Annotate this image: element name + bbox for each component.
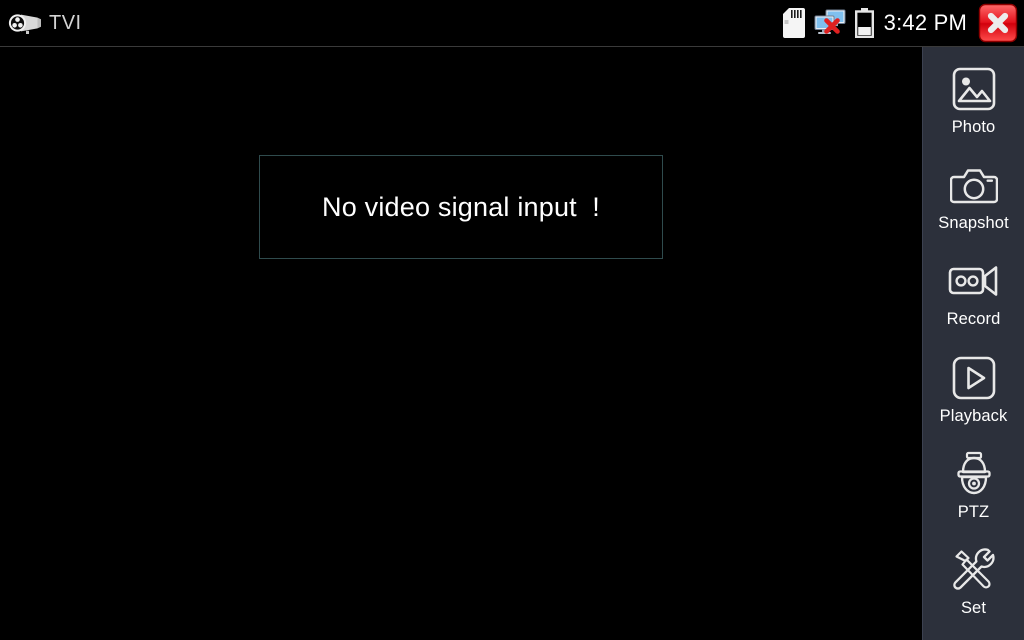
sidebar-item-set[interactable]: Set <box>923 544 1024 640</box>
snapshot-camera-icon <box>949 159 998 211</box>
playback-play-icon <box>951 352 997 404</box>
sidebar-label-photo: Photo <box>951 118 996 136</box>
no-signal-box: No video signal input ! <box>259 155 663 259</box>
tvi-tester-app: TVI 3:42 PM No video signal input ! Phot… <box>0 0 1024 640</box>
sidebar-label-playback: Playback <box>939 406 1008 425</box>
sidebar-item-snapshot[interactable]: Snapshot <box>923 159 1024 255</box>
app-title: TVI <box>49 12 82 34</box>
cctv-bullet-camera-icon <box>8 11 42 35</box>
sidebar-toolbar: Photo Snapshot Record Playback PTZ Set <box>922 47 1024 640</box>
sidebar-label-snapshot: Snapshot <box>938 214 1009 233</box>
ptz-dome-camera-icon <box>950 448 998 500</box>
sidebar-item-photo[interactable]: Photo <box>923 63 1024 159</box>
sd-card-icon <box>782 8 805 38</box>
sidebar-label-ptz: PTZ <box>957 502 990 521</box>
photo-icon <box>951 63 997 115</box>
status-bar: TVI 3:42 PM <box>0 0 1024 47</box>
status-time: 3:42 PM <box>883 10 967 35</box>
status-bar-left: TVI <box>8 11 82 35</box>
settings-tools-icon <box>949 544 999 596</box>
no-signal-message: No video signal input ! <box>322 191 600 222</box>
battery-icon <box>854 8 874 39</box>
status-bar-right: 3:42 PM <box>782 3 1024 43</box>
sidebar-label-set: Set <box>960 598 987 617</box>
sidebar-item-playback[interactable]: Playback <box>923 352 1024 448</box>
sidebar-item-ptz[interactable]: PTZ <box>923 448 1024 544</box>
close-button[interactable] <box>978 3 1018 43</box>
record-video-camera-icon <box>948 255 1000 307</box>
network-disconnected-icon <box>814 9 846 37</box>
sidebar-label-record: Record <box>946 310 1001 329</box>
sidebar-item-record[interactable]: Record <box>923 255 1024 351</box>
video-preview-area[interactable]: No video signal input ! <box>0 47 922 640</box>
